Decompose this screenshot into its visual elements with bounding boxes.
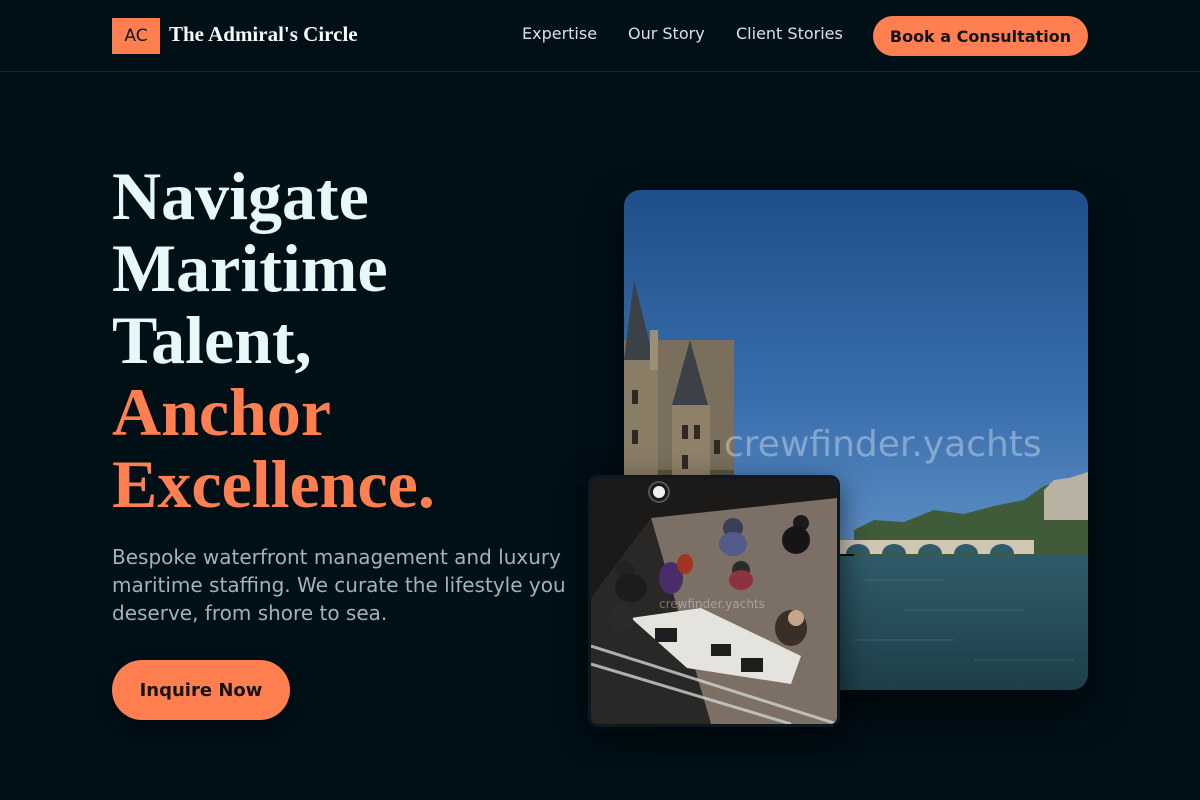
watermark-text: crewfinder.yachts [724, 424, 1042, 465]
headline-line: Talent, [112, 302, 312, 378]
inquire-now-button[interactable]: Inquire Now [112, 660, 290, 720]
headline-line: Navigate [112, 158, 369, 234]
office-scene-image: crewfinder.yachts [591, 478, 837, 724]
site-header: AC The Admiral's Circle Expertise Our St… [0, 0, 1200, 72]
hero-headline: Navigate Maritime Talent, Anchor Excelle… [112, 160, 435, 520]
headline-accent-line: Anchor [112, 374, 332, 450]
watermark-text: crewfinder.yachts [659, 597, 765, 611]
nav-link-our-story[interactable]: Our Story [628, 24, 705, 43]
nav-link-client-stories[interactable]: Client Stories [736, 24, 843, 43]
nav-link-expertise[interactable]: Expertise [522, 24, 597, 43]
secondary-photo-office: crewfinder.yachts [588, 475, 840, 727]
headline-line: Maritime [112, 230, 388, 306]
book-consultation-button[interactable]: Book a Consultation [873, 16, 1088, 56]
brand-name[interactable]: The Admiral's Circle [169, 22, 358, 47]
headline-accent-line: Excellence. [112, 446, 435, 522]
logo-mark[interactable]: AC [112, 18, 160, 54]
hero-description: Bespoke waterfront management and luxury… [112, 545, 566, 625]
